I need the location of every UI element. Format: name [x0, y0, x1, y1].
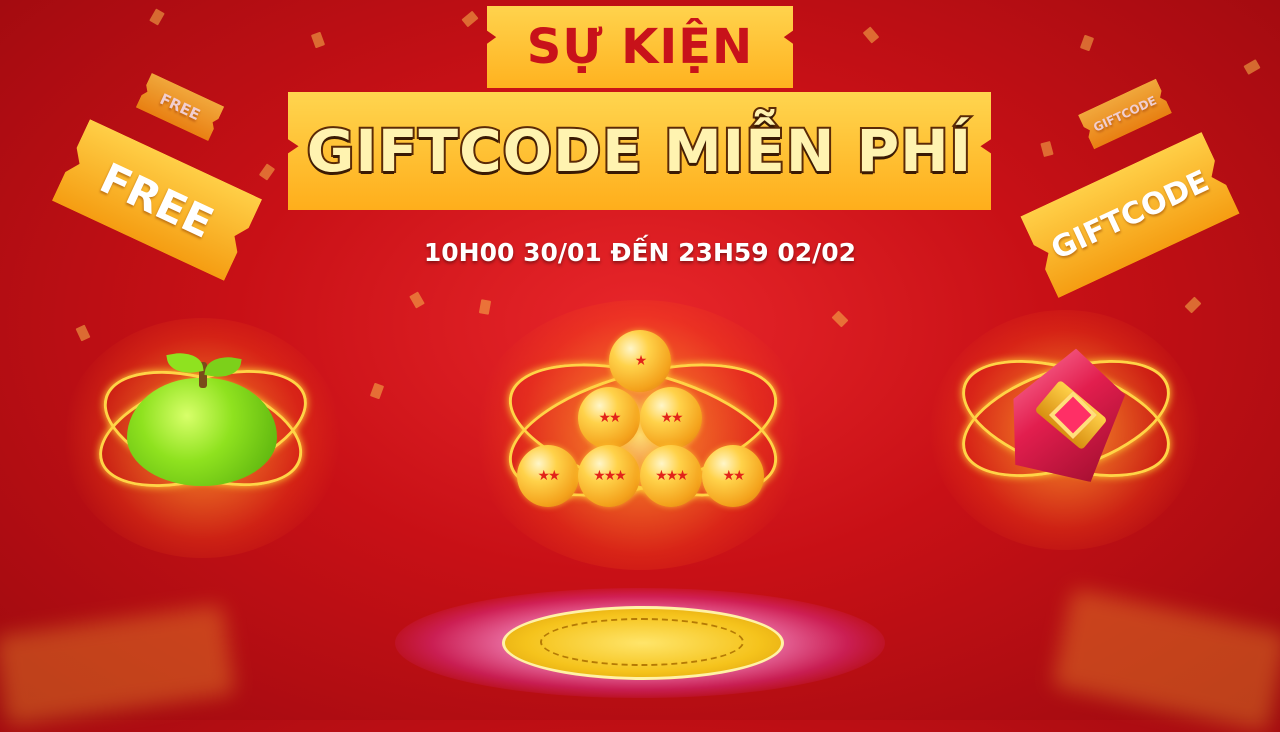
blurred-ticket	[1052, 588, 1280, 732]
ticket-label: FREE	[92, 152, 222, 248]
title-banner: GIFTCODE MIỄN PHÍ	[288, 92, 991, 210]
confetti	[831, 310, 849, 328]
confetti	[1184, 296, 1202, 314]
event-label: SỰ KIỆN	[526, 19, 754, 75]
confetti	[862, 26, 880, 44]
giftcode-ticket: GIFTCODE	[1020, 132, 1239, 298]
confetti	[149, 8, 165, 26]
confetti	[1079, 34, 1095, 52]
dragon-ball-icon: ★★★	[640, 445, 702, 507]
confetti	[1243, 59, 1261, 75]
dragon-ball-icon: ★★	[578, 387, 640, 449]
confetti	[409, 291, 425, 309]
free-ticket: FREE	[52, 119, 262, 281]
ticket-label: GIFTCODE	[1091, 93, 1159, 135]
dragon-ball-icon: ★★	[702, 445, 764, 507]
giftcode-ticket-small: GIFTCODE	[1078, 79, 1172, 150]
confetti	[461, 10, 479, 28]
date-range: 10H00 30/01 ĐẾN 23H59 02/02	[423, 238, 857, 267]
confetti	[369, 382, 385, 400]
free-ticket-small: FREE	[136, 73, 225, 141]
ticket-label: FREE	[157, 89, 203, 125]
dragon-ball-icon: ★★	[640, 387, 702, 449]
confetti	[258, 163, 276, 181]
green-apple-icon	[127, 378, 277, 486]
confetti	[75, 324, 91, 342]
dragon-ball-icon: ★★	[517, 445, 579, 507]
confetti	[1040, 140, 1054, 158]
page-title: GIFTCODE MIỄN PHÍ	[305, 115, 973, 187]
dragon-ball-icon: ★★★	[578, 445, 640, 507]
confetti	[478, 299, 492, 315]
magic-circle-runes	[540, 618, 744, 666]
dragon-ball-icon: ★	[609, 330, 671, 392]
ticket-label: GIFTCODE	[1045, 163, 1215, 267]
confetti	[310, 31, 326, 49]
blurred-ticket	[0, 604, 236, 726]
event-label-banner: SỰ KIỆN	[487, 6, 793, 88]
